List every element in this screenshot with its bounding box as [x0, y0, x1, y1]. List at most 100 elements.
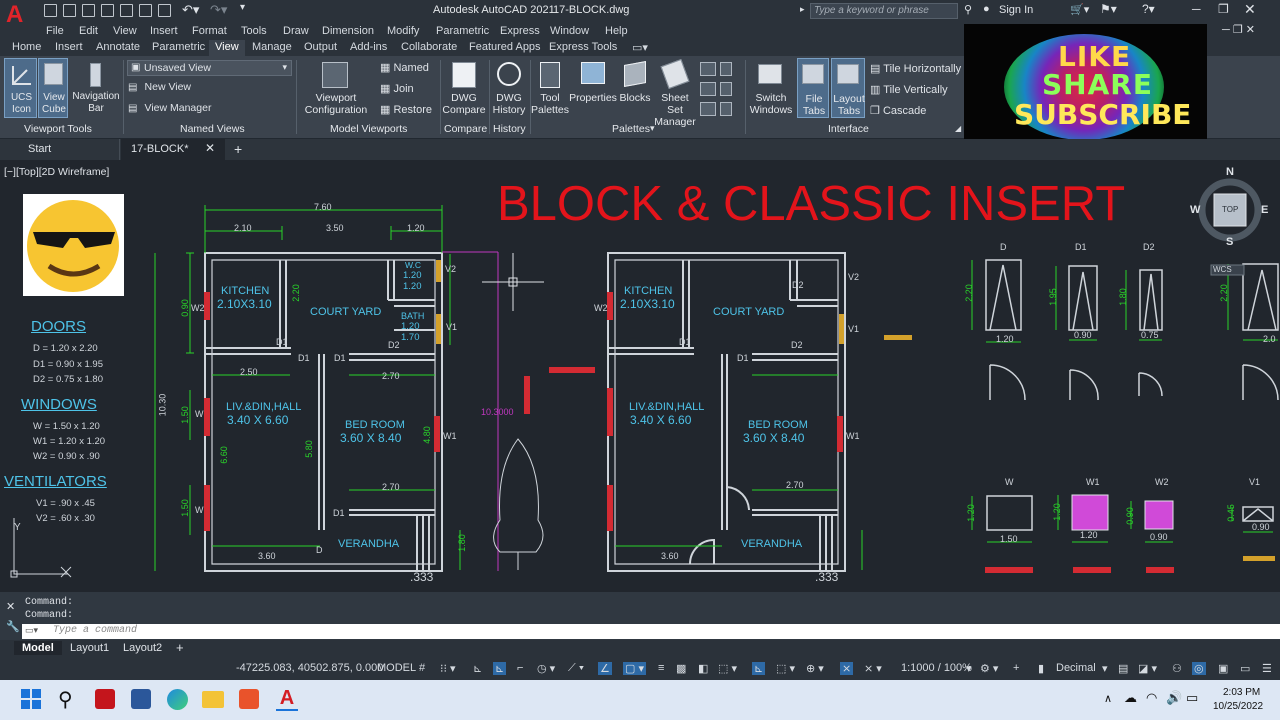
tab-parametric[interactable]: Parametric [152, 41, 205, 53]
annotation-scale-button[interactable]: 1:1000 / 100% [901, 662, 972, 674]
menu-file[interactable]: File [46, 25, 64, 37]
tab-express-tools[interactable]: Express Tools [549, 41, 617, 53]
gizmo-icon[interactable]: ⊕ ▾ [806, 662, 824, 675]
menu-parametric[interactable]: Parametric [436, 25, 489, 37]
quickcalc-icon[interactable] [720, 62, 732, 76]
tab-insert[interactable]: Insert [55, 41, 83, 53]
floor-plan-1[interactable] [154, 205, 595, 572]
volume-icon[interactable]: 🔊 [1166, 690, 1182, 706]
join-viewports-button[interactable]: ▦ Join [380, 82, 414, 95]
navigation-bar-button[interactable]: Navigation Bar [70, 58, 122, 118]
external-references-icon[interactable] [720, 82, 732, 96]
minimize-window-icon[interactable]: ─ [1192, 2, 1201, 16]
menu-insert[interactable]: Insert [150, 25, 178, 37]
search-expand-icon[interactable]: ▸ [800, 4, 805, 15]
panel-viewport-tools[interactable]: Viewport Tools [24, 123, 92, 135]
command-line-icon[interactable] [720, 102, 732, 116]
dwg-history-button[interactable]: DWG History [490, 58, 528, 118]
block-library[interactable] [971, 259, 1279, 573]
model-tab[interactable]: Model [14, 641, 62, 655]
autodesk-app-store-icon[interactable]: 🛒▾ [1070, 3, 1089, 16]
cascade-button[interactable]: ❐ Cascade [870, 104, 926, 117]
graphics-performance-icon[interactable]: ◎ [1192, 662, 1206, 675]
infer-constraints-icon[interactable]: ⊾ [473, 662, 482, 675]
transparency-icon[interactable]: ▩ [676, 662, 686, 675]
dwg-compare-button[interactable]: DWG Compare [442, 58, 486, 118]
customize-quick-access-icon[interactable]: ▾ [240, 2, 245, 13]
wps-icon[interactable] [239, 689, 259, 709]
tile-vertically-button[interactable]: ▥ Tile Vertically [870, 83, 948, 96]
wifi-icon[interactable]: ◠ [1146, 690, 1157, 706]
dynamic-input-icon[interactable]: ⊾ [493, 662, 507, 675]
a360-icon[interactable]: ⚑▾ [1100, 2, 1117, 16]
menu-draw[interactable]: Draw [283, 25, 309, 37]
drawing-canvas[interactable]: [−][Top][2D Wireframe] BLOCK & CLASSIC I… [0, 160, 1280, 592]
unsaved-view-dropdown[interactable]: ▣ Unsaved View ▾ [127, 60, 292, 76]
tab-home[interactable]: Home [12, 41, 41, 53]
word-icon[interactable] [131, 689, 151, 709]
windows-start-icon[interactable] [21, 689, 41, 709]
edge-icon[interactable] [167, 689, 188, 710]
menu-view[interactable]: View [113, 25, 137, 37]
palettes-dropdown-icon[interactable]: ▾ [650, 123, 655, 134]
sheet-set-manager-button[interactable]: Sheet Set Manager [652, 58, 698, 128]
user-icon[interactable]: ● [983, 3, 990, 15]
onedrive-icon[interactable]: ☁ [1124, 690, 1137, 706]
help-icon[interactable]: ?▾ [1142, 2, 1155, 16]
viewcube-west[interactable]: W [1190, 204, 1200, 216]
panel-compare[interactable]: Compare [444, 123, 487, 135]
auto-scale-icon[interactable]: ⨯ ▾ [864, 662, 882, 675]
autocad-taskbar-icon[interactable]: A [276, 687, 298, 711]
new-tab-icon[interactable]: + [234, 141, 242, 157]
tab-featured-apps[interactable]: Featured Apps [469, 41, 541, 53]
web-save-icon[interactable] [139, 4, 152, 17]
design-center-icon[interactable] [700, 82, 716, 96]
mcafee-icon[interactable] [95, 689, 115, 709]
layout-tabs-button[interactable]: Layout Tabs [831, 58, 865, 118]
menu-tools[interactable]: Tools [241, 25, 267, 37]
markup-set-icon[interactable] [700, 62, 716, 76]
interface-expand-icon[interactable]: ◢ [955, 124, 961, 133]
view-manager-button[interactable]: ▤ View Manager [128, 102, 211, 114]
web-open-icon[interactable] [120, 4, 133, 17]
drawing-tab[interactable]: 17-BLOCK* ✕ [121, 139, 225, 160]
tool-palettes-button[interactable]: Tool Palettes [531, 58, 569, 118]
units-dropdown-icon[interactable]: ▾ [1102, 662, 1108, 675]
new-view-button[interactable]: ▤ New View [128, 81, 191, 93]
panel-history[interactable]: History [493, 123, 526, 135]
viewport-configuration-button[interactable]: Viewport Configuration [300, 58, 372, 118]
object-snap-icon[interactable]: ▢ ▾ [623, 662, 646, 675]
named-viewports-button[interactable]: ▦ Named [380, 61, 429, 74]
clock-date[interactable]: 10/25/2022 [1213, 701, 1263, 712]
lineweight-icon[interactable]: ≡ [658, 662, 664, 674]
new-file-icon[interactable] [44, 4, 57, 17]
snap-icon[interactable]: ⁝⁝ ▾ [440, 662, 456, 675]
command-settings-icon[interactable]: 🔧 [6, 620, 20, 633]
customization-icon[interactable]: ☰ [1262, 662, 1272, 675]
units-icon[interactable]: ▮ [1038, 662, 1044, 675]
isometric-icon[interactable]: ⟋ ▾ [568, 662, 584, 675]
close-tab-icon[interactable]: ✕ [205, 141, 215, 155]
ribbon-options-icon[interactable]: ▭▾ [632, 41, 648, 54]
selection-cycling-icon[interactable]: ◧ [698, 662, 708, 675]
file-tabs-button[interactable]: File Tabs [797, 58, 829, 118]
command-prompt-icon[interactable]: ▭▾ [25, 625, 38, 636]
close-window-icon[interactable]: ✕ [1244, 1, 1256, 18]
workspace-gear-icon[interactable]: ⚙ ▾ [980, 662, 998, 675]
clock-time[interactable]: 2:03 PM [1223, 687, 1260, 698]
tab-collaborate[interactable]: Collaborate [401, 41, 457, 53]
panel-palettes[interactable]: Palettes [612, 123, 650, 135]
lock-ui-icon[interactable]: ◪ ▾ [1138, 662, 1157, 675]
menu-help[interactable]: Help [605, 25, 628, 37]
annotation-monitor-icon[interactable]: + [1013, 662, 1019, 674]
search-icon[interactable]: ⚲ [964, 3, 972, 16]
tab-output[interactable]: Output [304, 41, 337, 53]
ortho-icon[interactable]: ⌐ [517, 662, 523, 674]
dynamic-ucs-icon[interactable]: ⊾ [752, 662, 766, 675]
panel-named-views[interactable]: Named Views [180, 123, 245, 135]
viewcube-south[interactable]: S [1226, 236, 1233, 248]
undo-icon[interactable]: ↶▾ [182, 2, 199, 18]
view-cube-button[interactable]: View Cube [38, 58, 68, 118]
save-icon[interactable] [82, 4, 95, 17]
viewcube-top[interactable]: TOP [1222, 205, 1238, 214]
